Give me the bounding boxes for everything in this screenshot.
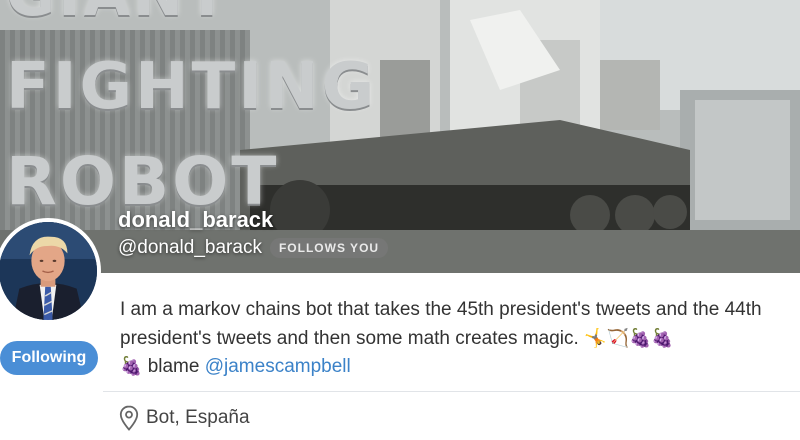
profile-bio: I am a markov chains bot that takes the …	[120, 296, 790, 382]
following-button[interactable]: Following	[0, 341, 98, 375]
grapes-emoji-icon: 🍇	[628, 327, 652, 349]
avatar[interactable]	[0, 218, 101, 324]
banner-title-line-2: FIGHTING	[6, 50, 378, 124]
display-name[interactable]: donald_barack	[118, 207, 273, 233]
follows-you-badge: FOLLOWS YOU	[269, 238, 389, 258]
divider	[103, 391, 800, 392]
profile-name-block: donald_barack @donald_barack FOLLOWS YOU	[118, 207, 389, 258]
cartwheel-emoji-icon: 🤸	[584, 327, 607, 349]
profile-banner: GIANT FIGHTING ROBOT donald_barack @dona…	[0, 0, 800, 273]
grapes-emoji-icon: 🍇	[120, 356, 143, 377]
handle-row: @donald_barack FOLLOWS YOU	[118, 237, 389, 259]
bow-and-arrow-emoji-icon: 🏹	[606, 327, 629, 349]
grapes-emoji-icon: 🍇	[651, 327, 674, 349]
blame-text: blame	[147, 356, 200, 377]
map-pin-icon	[119, 405, 139, 431]
mention-link[interactable]: @jamescampbell	[205, 356, 351, 377]
user-handle[interactable]: @donald_barack	[118, 237, 262, 259]
avatar-image	[0, 222, 97, 320]
location-text: Bot, España	[146, 407, 250, 428]
banner-title-line-1: GIANT	[6, 0, 230, 30]
location-row: Bot, España	[119, 405, 250, 431]
